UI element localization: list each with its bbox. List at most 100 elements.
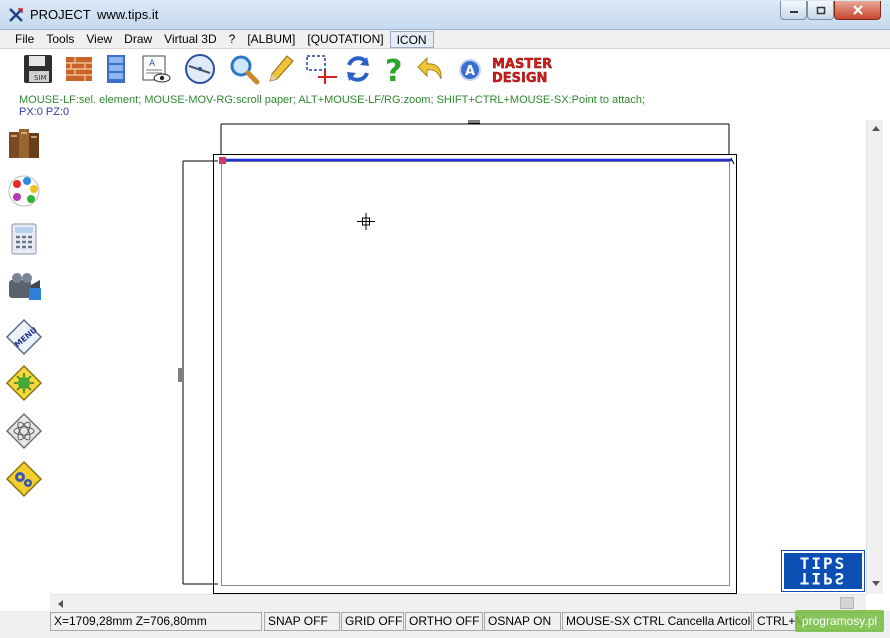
maximize-button[interactable] [807, 1, 834, 20]
select-area-button[interactable] [303, 51, 339, 87]
status-bar: X=1709,28mm Z=706,80mm SNAP OFF GRID OFF… [0, 611, 890, 638]
status-osnap[interactable]: OSNAP ON [484, 612, 561, 631]
chevron-left-icon [58, 599, 63, 608]
scroll-up-button[interactable] [867, 120, 884, 137]
master-design-logo: MASTER DESIGN [492, 57, 553, 85]
tips-logo: TIPS TIPS [781, 550, 865, 592]
close-button[interactable] [834, 1, 881, 20]
master-design-button[interactable]: MASTER DESIGN [490, 51, 556, 87]
crosshair-cursor [357, 213, 375, 230]
sidebar-settings-button[interactable] [5, 460, 43, 498]
help-button[interactable]: ? [376, 51, 412, 87]
menu-album[interactable]: [ALBUM] [241, 31, 301, 48]
toolbar: SIM A ? A MASTER DESIGN [0, 49, 890, 89]
selection-rectangle-icon [306, 55, 337, 84]
menu-help[interactable]: ? [223, 31, 242, 48]
circle-a-icon: A [459, 59, 481, 81]
furniture-tool-button[interactable] [98, 51, 134, 87]
undo-arrow-icon [417, 56, 442, 80]
pencil-icon [269, 55, 294, 82]
dimension-line-left [182, 160, 218, 585]
clock-compass-icon [185, 54, 215, 84]
drawing-canvas[interactable] [50, 120, 866, 594]
scroll-left-button[interactable] [52, 595, 69, 612]
menu-icon[interactable]: ICON [389, 30, 434, 48]
scroll-thumb[interactable] [840, 597, 854, 609]
dimension-marker-left [178, 368, 182, 382]
wall-tool-button[interactable] [61, 51, 97, 87]
gears-diamond-icon [5, 460, 43, 498]
palette-icon [8, 175, 40, 207]
svg-text:A: A [465, 64, 475, 79]
status-mouse-hint: MOUSE-SX CTRL Cancella Articolo [562, 612, 752, 631]
autocad-button[interactable]: A [452, 51, 488, 87]
dimension-line-top [220, 123, 730, 154]
minimize-icon [789, 11, 798, 13]
vertical-scrollbar[interactable] [866, 120, 883, 594]
svg-text:SIM: SIM [34, 74, 47, 82]
question-mark-icon: ? [385, 54, 402, 85]
sidebar-menu-button[interactable]: MENU [5, 318, 43, 356]
save-button[interactable]: SIM [20, 51, 56, 87]
chevron-down-icon [871, 581, 880, 586]
status-ortho[interactable]: ORTHO OFF [405, 612, 483, 631]
status-grid[interactable]: GRID OFF [341, 612, 404, 631]
sidebar-atom-button[interactable] [5, 412, 43, 450]
status-coordinates: X=1709,28mm Z=706,80mm [50, 612, 262, 631]
undo-button[interactable] [413, 51, 449, 87]
svg-text:DESIGN: DESIGN [492, 71, 547, 85]
svg-text:?: ? [385, 54, 402, 85]
calculator-icon [11, 223, 37, 255]
status-snap[interactable]: SNAP OFF [264, 612, 340, 631]
mouse-hint-text: MOUSE-LF:sel. element; MOUSE-MOV-RG:scro… [19, 94, 646, 106]
minimize-button[interactable] [780, 1, 807, 20]
sidebar-camera-button[interactable] [5, 268, 43, 306]
video-camera-icon [9, 273, 41, 300]
menu-tools[interactable]: Tools [40, 31, 80, 48]
room-outline[interactable] [213, 154, 737, 594]
sidebar-calculator-button[interactable] [5, 220, 43, 258]
menu-bar: File Tools View Draw Virtual 3D ? [ALBUM… [0, 30, 890, 49]
svg-text:A: A [149, 59, 156, 69]
wall-start-handle[interactable] [219, 157, 226, 164]
document-eye-icon: A [142, 55, 171, 83]
menu-draw[interactable]: Draw [118, 31, 158, 48]
menu-virtual-3d[interactable]: Virtual 3D [158, 31, 222, 48]
text-view-button[interactable]: A [138, 51, 174, 87]
horizontal-scrollbar[interactable] [50, 594, 866, 611]
cabinet-icon [107, 55, 125, 83]
window-url: www.tips.it [97, 7, 159, 22]
measure-tool-button[interactable] [182, 51, 218, 87]
refresh-button[interactable] [340, 51, 376, 87]
scroll-down-button[interactable] [867, 575, 884, 592]
menu-quotation[interactable]: [QUOTATION] [301, 31, 389, 48]
menu-diamond-icon: MENU [5, 318, 43, 356]
books-icon [9, 129, 39, 158]
close-icon [852, 5, 863, 15]
tips-logo-reflection: TIPS [800, 569, 847, 588]
svg-text:MASTER: MASTER [492, 57, 552, 72]
menu-file[interactable]: File [9, 31, 40, 48]
sun-diamond-icon [5, 364, 43, 402]
title-bar: PROJECT www.tips.it [0, 0, 890, 30]
dimension-marker-top [468, 120, 480, 124]
brick-wall-icon [66, 57, 92, 81]
floppy-disk-icon: SIM [24, 55, 52, 83]
sidebar-light-button[interactable] [5, 364, 43, 402]
position-readout: PX:0 PZ:0 [19, 106, 70, 118]
floor-plan [178, 120, 737, 594]
atom-diamond-icon [5, 412, 43, 450]
app-icon [8, 7, 24, 23]
chevron-up-icon [871, 126, 880, 131]
zoom-button[interactable] [226, 51, 262, 87]
menu-view[interactable]: View [80, 31, 118, 48]
sidebar-color-button[interactable] [5, 172, 43, 210]
sidebar-catalog-button[interactable] [5, 124, 43, 162]
maximize-icon [816, 6, 825, 14]
refresh-arrows-icon [347, 56, 369, 82]
magnifier-icon [230, 55, 260, 85]
left-sidebar: MENU [0, 120, 50, 600]
draw-button[interactable] [263, 51, 299, 87]
window-title: PROJECT [30, 7, 91, 22]
room-inner-outline [221, 161, 730, 586]
